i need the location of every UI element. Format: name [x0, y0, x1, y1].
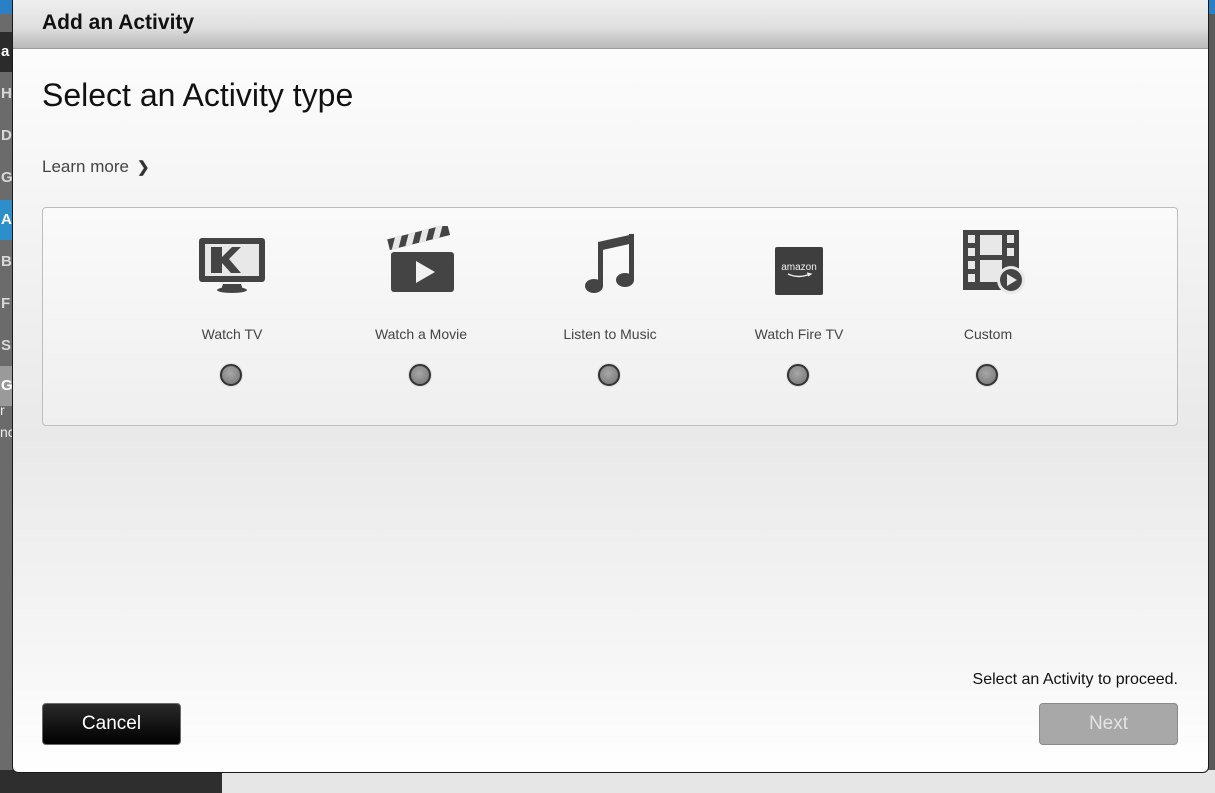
activity-label: Listen to Music	[563, 326, 657, 342]
activity-radio[interactable]	[787, 364, 809, 386]
activity-option-listen-music[interactable]: Listen to Music	[535, 208, 685, 427]
activity-label: Watch Fire TV	[754, 326, 844, 342]
learn-more-link[interactable]: Learn more ❯	[42, 157, 150, 177]
cancel-button[interactable]: Cancel	[42, 703, 181, 745]
activity-radio[interactable]	[598, 364, 620, 386]
music-note-icon	[585, 234, 634, 293]
activity-option-custom[interactable]: Custom	[913, 208, 1063, 427]
activity-option-watch-tv[interactable]: Watch TV	[157, 208, 307, 427]
activity-option-watch-movie[interactable]: Watch a Movie	[346, 208, 496, 427]
activity-label: Watch a Movie	[374, 326, 468, 342]
activity-option-watch-fire-tv[interactable]: amazon Watch Fire TV	[724, 208, 874, 427]
activity-radio[interactable]	[976, 364, 998, 386]
chevron-right-icon: ❯	[136, 159, 150, 176]
dialog-title: Add an Activity	[42, 11, 195, 34]
dialog-header: Add an Activity	[13, 0, 1208, 49]
add-activity-dialog: Add an Activity Select an Activity type …	[12, 0, 1209, 773]
activity-radio[interactable]	[409, 364, 431, 386]
activity-radio[interactable]	[220, 364, 242, 386]
clapperboard-icon	[387, 226, 454, 292]
amazon-fire-tv-icon: amazon	[775, 247, 823, 295]
next-button[interactable]: Next	[1039, 703, 1178, 745]
background-bottom-dark	[0, 770, 222, 793]
status-message: Select an Activity to proceed.	[972, 671, 1178, 688]
activity-label: Custom	[963, 326, 1013, 342]
activity-type-list: Watch TV Watch a Movie Listen to Music a…	[42, 207, 1178, 426]
tv-icon	[199, 238, 265, 293]
activity-label: Watch TV	[201, 326, 263, 342]
amazon-logo-text: amazon	[781, 262, 817, 273]
background-sidebar-snippet: r	[0, 402, 5, 418]
background-bottom-light	[222, 770, 1215, 793]
learn-more-label: Learn more	[42, 157, 129, 176]
page-title: Select an Activity type	[42, 77, 354, 113]
film-strip-play-icon	[963, 230, 1025, 294]
